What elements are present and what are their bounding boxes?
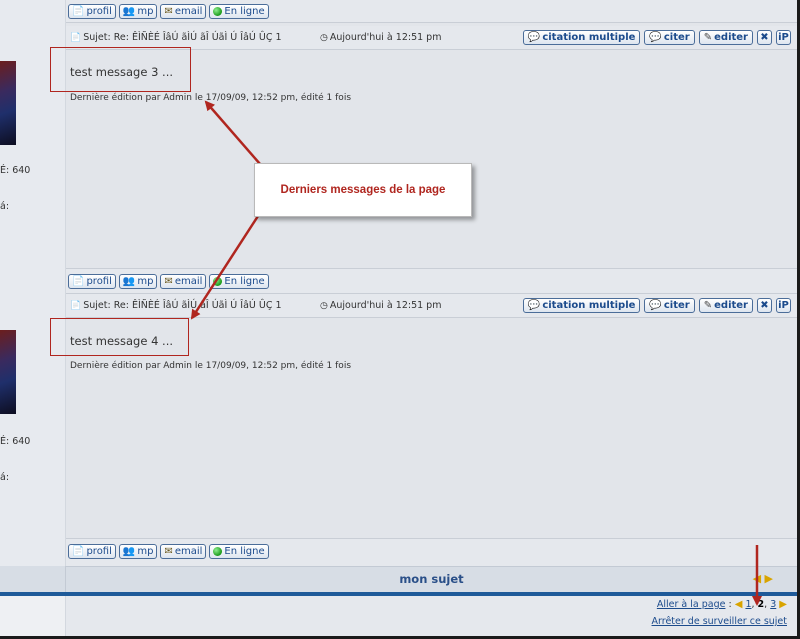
email-button[interactable]: ✉ email: [160, 544, 207, 559]
post-date: Aujourd'hui à 12:51 pm: [329, 32, 442, 43]
profile-button[interactable]: 📄 profil: [68, 544, 116, 559]
profile-icon: 📄: [72, 6, 85, 17]
ip-button[interactable]: iP: [776, 30, 791, 45]
online-status-button[interactable]: En ligne: [209, 4, 269, 19]
arrow-right-icon[interactable]: ▶: [779, 599, 787, 610]
delete-button[interactable]: ✖: [757, 298, 772, 313]
post-subject[interactable]: Sujet: Re: ÊÌÑÈÉ ÎâÚ ãÌÚ ãÎ ÚãÌ Ú ÎâÚ ÛÇ…: [83, 32, 281, 43]
current-page: 2: [757, 599, 765, 610]
quote-icon: 💬: [649, 300, 662, 311]
email-icon: ✉: [164, 6, 173, 17]
online-status-button[interactable]: En ligne: [209, 544, 269, 559]
profile-button[interactable]: 📄 profil: [68, 274, 116, 289]
quote-icon: 💬: [649, 32, 662, 43]
profile-icon: 📄: [72, 546, 85, 557]
post-4-footer-row: 📄 profil 👥 mp ✉ email En ligne: [0, 538, 797, 566]
topic-title: mon sujet: [399, 572, 464, 586]
online-status-icon: [213, 7, 223, 16]
edit-icon: ✎: [703, 32, 713, 43]
multi-quote-button[interactable]: 💬 citation multiple: [522, 30, 641, 45]
forum-page: 📄 profil 👥 mp ✉ email En ligne É: 640 á: 📄 S…: [0, 0, 800, 639]
pagination: Aller à la page : ◀ 1, 2, 3 ▶: [656, 599, 787, 610]
topic-footer: mon sujet: [66, 566, 797, 592]
clock-icon: ◷: [320, 33, 328, 43]
online-status-icon: [213, 277, 223, 286]
profile-button[interactable]: 📄 profil: [68, 4, 116, 19]
profile-icon: 📄: [72, 276, 85, 287]
arrow-right-icon[interactable]: ▶: [765, 572, 773, 585]
email-icon: ✉: [164, 546, 173, 557]
ip-button[interactable]: iP: [776, 298, 791, 313]
online-status-icon: [213, 547, 223, 556]
pm-button[interactable]: 👥 mp: [118, 4, 158, 19]
avatar: [0, 61, 16, 145]
post-icon: 📄: [70, 301, 82, 311]
edit-notice: Dernière édition par Admin le 17/09/09, …: [70, 93, 352, 103]
delete-icon: ✖: [760, 300, 769, 311]
pm-icon: 👥: [122, 6, 136, 17]
page-link-3[interactable]: 3: [770, 599, 776, 610]
post-count: É: 640: [0, 165, 31, 176]
pm-icon: 👥: [122, 276, 136, 287]
post-date: Aujourd'hui à 12:51 pm: [329, 300, 442, 311]
email-icon: ✉: [164, 276, 173, 287]
edit-notice: Dernière édition par Admin le 17/09/09, …: [70, 361, 352, 371]
post-subject[interactable]: Sujet: Re: ÊÌÑÈÉ ÎâÚ ãÌÚ ãÎ ÚãÌ Ú ÎâÚ ÛÇ…: [83, 300, 281, 311]
page-link-1[interactable]: 1: [745, 599, 751, 610]
goto-page-link[interactable]: Aller à la page: [657, 599, 726, 610]
edit-icon: ✎: [703, 300, 713, 311]
arrow-left-icon[interactable]: ◀: [735, 599, 743, 610]
post-count: É: 640: [0, 436, 31, 447]
post-0-footer-row: 📄 profil 👥 mp ✉ email En ligne: [0, 0, 797, 23]
arrow-left-icon[interactable]: ◀: [753, 572, 761, 585]
quote-icon: 💬: [527, 300, 541, 311]
pm-button[interactable]: 👥 mp: [118, 544, 158, 559]
multi-quote-button[interactable]: 💬 citation multiple: [522, 298, 641, 313]
post-3-footer-row: 📄 profil 👥 mp ✉ email En ligne: [0, 268, 797, 294]
edit-button[interactable]: ✎ editer: [698, 298, 753, 313]
post-header: 📄 Sujet: Re: ÊÌÑÈÉ ÎâÚ ãÌÚ ãÎ ÚãÌ Ú ÎâÚ Û…: [66, 294, 797, 318]
annotation-callout: Derniers messages de la page: [254, 163, 472, 217]
edit-button[interactable]: ✎ editer: [698, 30, 753, 45]
highlight-box-message-4: [50, 318, 189, 356]
quote-button[interactable]: 💬 citer: [644, 298, 695, 313]
author-field: á:: [0, 201, 10, 212]
post-icon: 📄: [70, 33, 82, 43]
highlight-box-message-3: [50, 47, 191, 92]
delete-icon: ✖: [760, 32, 769, 43]
pm-button[interactable]: 👥 mp: [118, 274, 158, 289]
delete-button[interactable]: ✖: [757, 30, 772, 45]
quote-icon: 💬: [527, 32, 541, 43]
quote-button[interactable]: 💬 citer: [644, 30, 695, 45]
online-status-button[interactable]: En ligne: [209, 274, 269, 289]
avatar: [0, 330, 16, 414]
pm-icon: 👥: [122, 546, 136, 557]
email-button[interactable]: ✉ email: [160, 4, 207, 19]
author-field: á:: [0, 472, 10, 483]
clock-icon: ◷: [320, 301, 328, 311]
email-button[interactable]: ✉ email: [160, 274, 207, 289]
topic-nav-arrows: ◀ ▶: [753, 572, 773, 585]
stop-watching-link[interactable]: Arrêter de surveiller ce sujet: [652, 616, 787, 627]
